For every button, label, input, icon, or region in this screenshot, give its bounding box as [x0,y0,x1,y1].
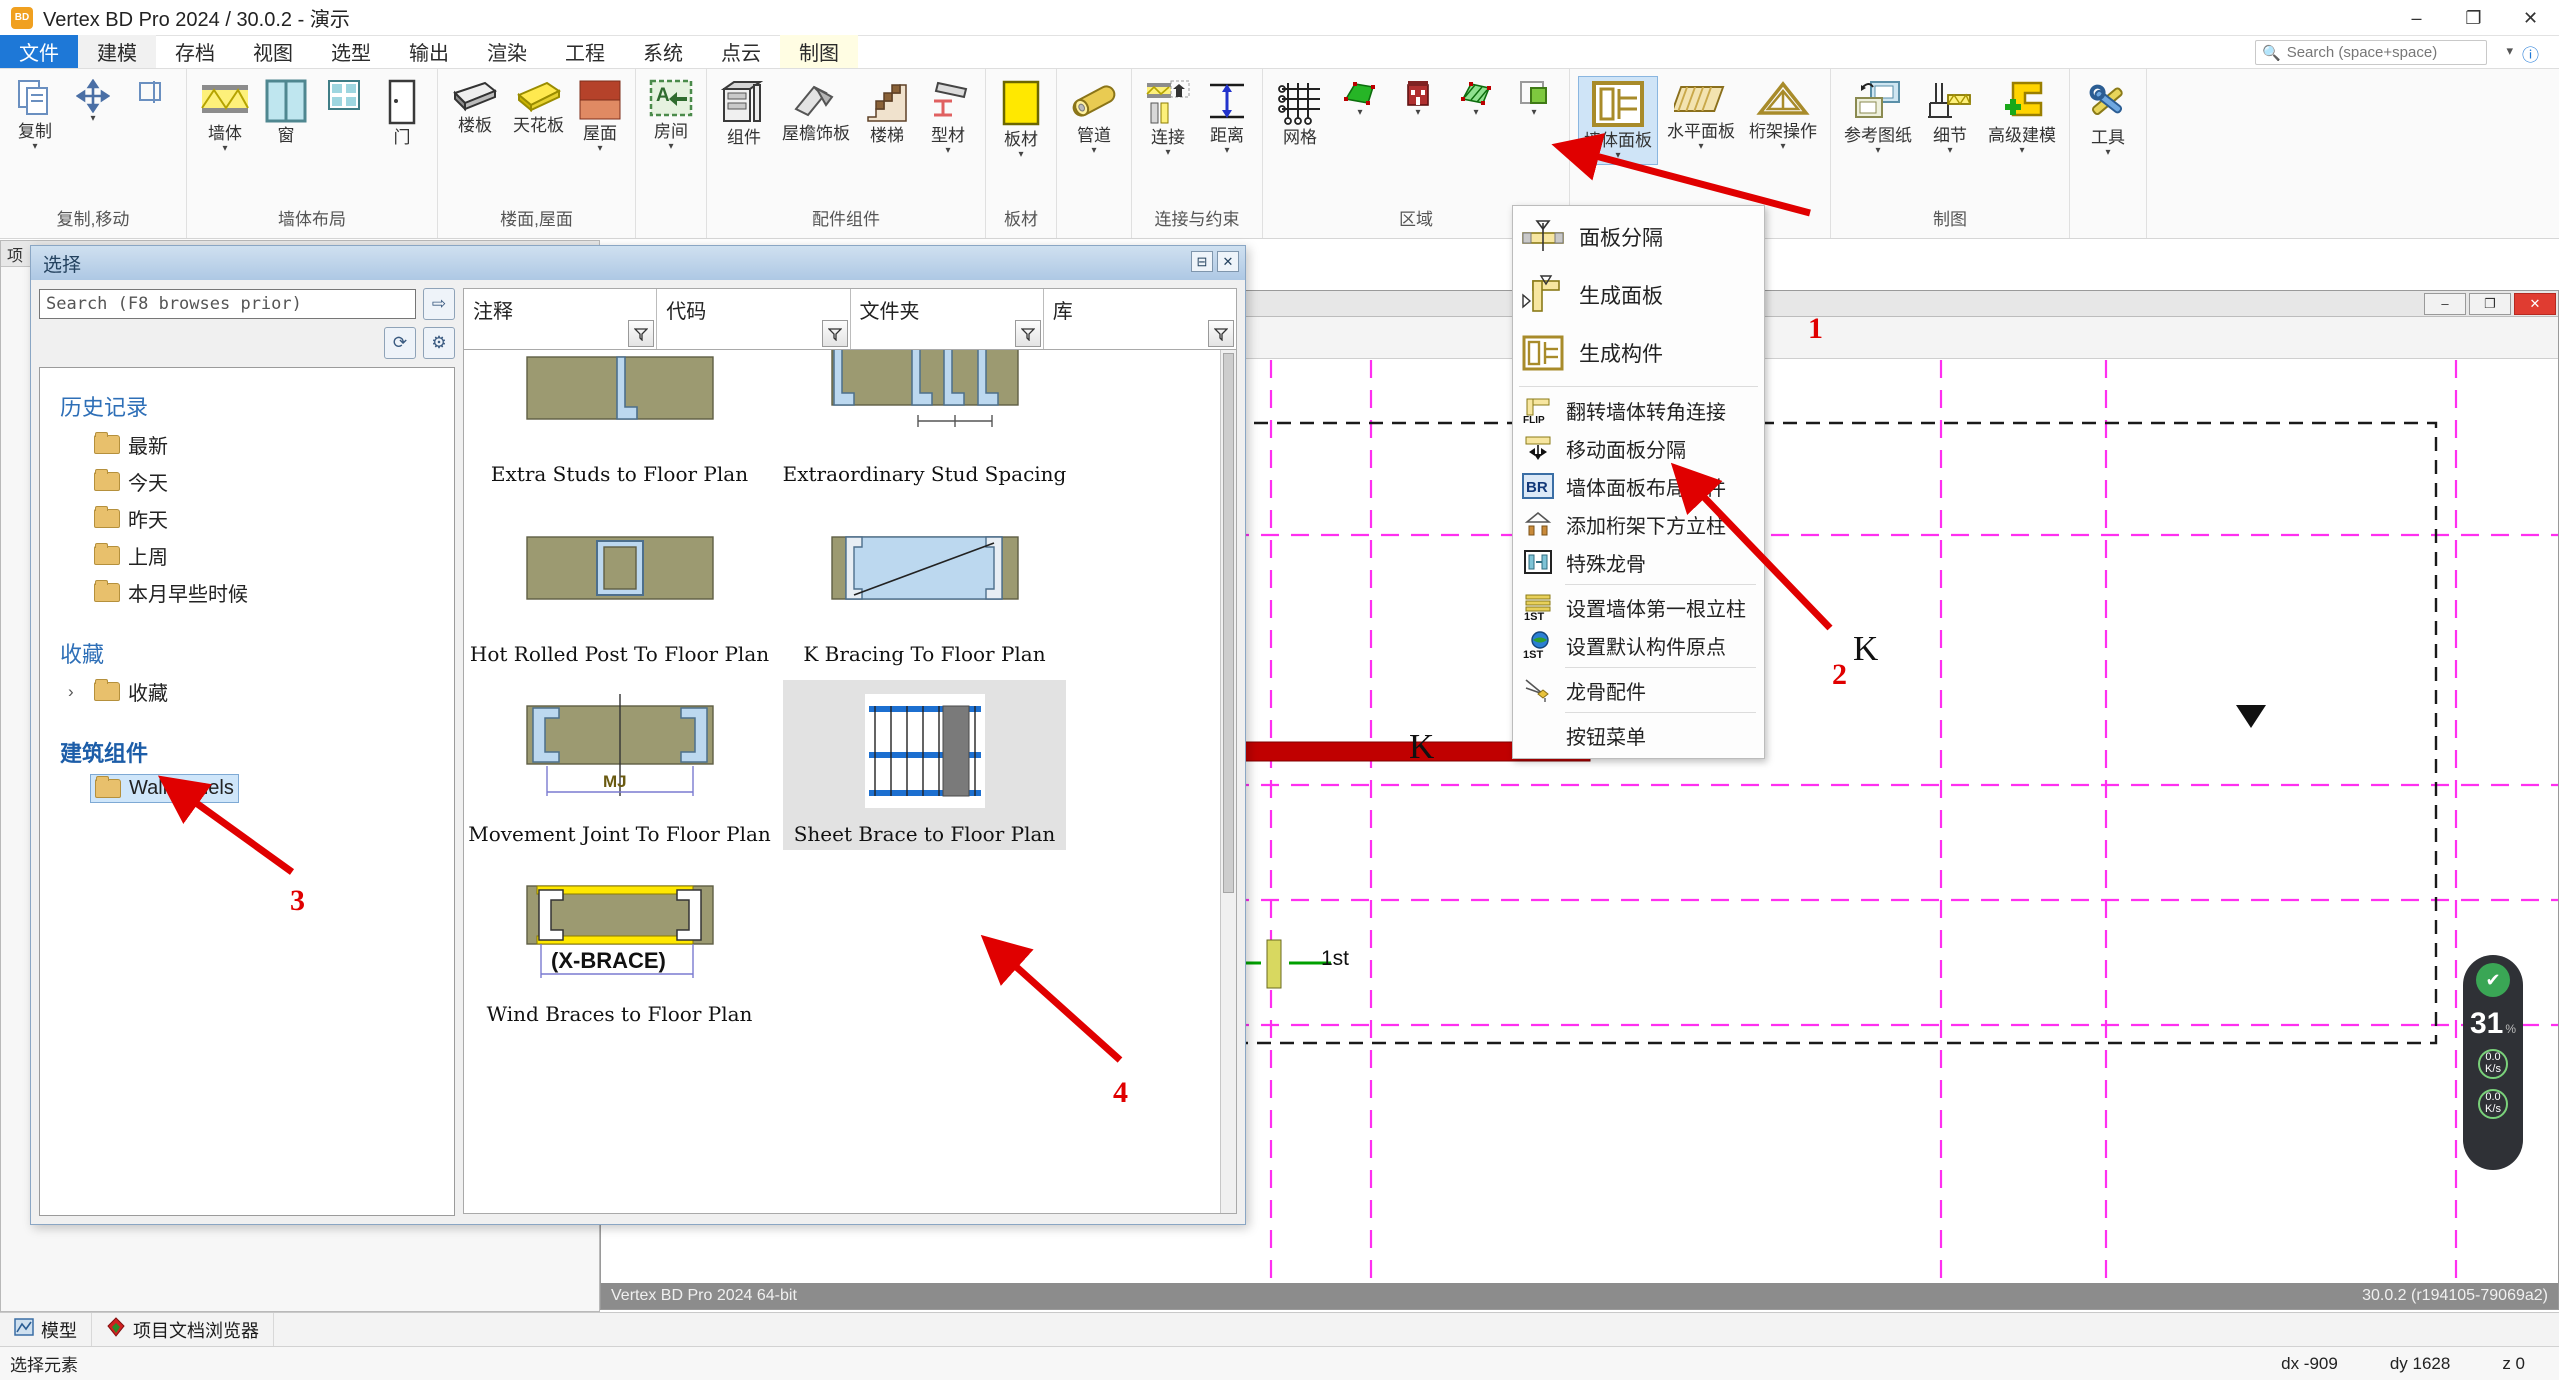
annotation-number-1: 1 [1808,312,1823,345]
annotation-arrows-layer [157,133,1833,1063]
annotation-arrow-3 [157,775,295,875]
annotation-number-3: 3 [290,884,305,917]
annotation-number-2: 2 [1832,658,1847,691]
annotation-arrow-4 [980,934,1123,1063]
annotation-arrow-1 [1551,133,1811,217]
annotation-arrow-2 [1670,462,1833,631]
annotation-number-4: 4 [1113,1076,1128,1109]
